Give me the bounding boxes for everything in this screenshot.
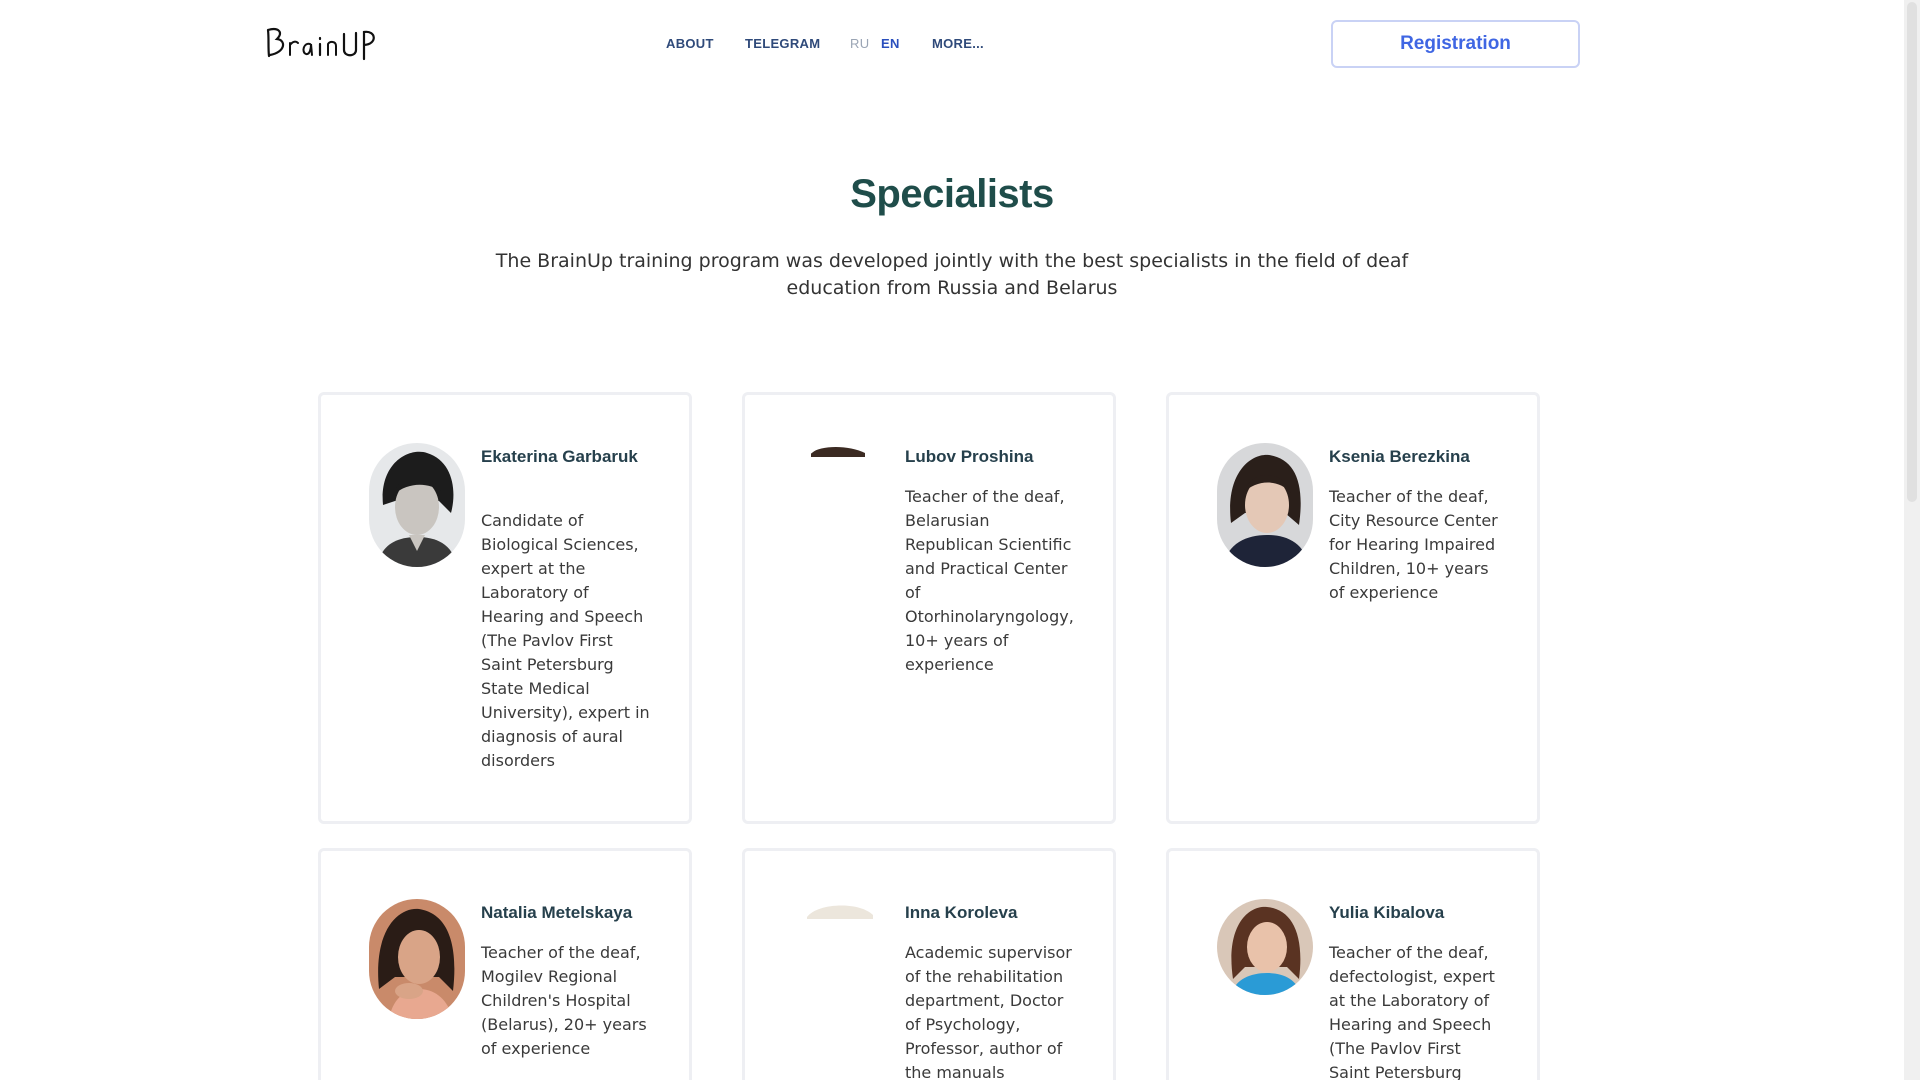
specialist-card: Ksenia Berezkina Teacher of the deaf, Ci… <box>1166 392 1540 824</box>
specialist-name: Inna Koroleva <box>905 903 1018 922</box>
registration-button[interactable]: Registration <box>1331 20 1580 68</box>
specialist-card: Lubov Proshina Teacher of the deaf, Bela… <box>742 392 1116 824</box>
intro-text: The BrainUp training program was develop… <box>495 250 1409 299</box>
specialist-name: Ekaterina Garbaruk <box>481 447 638 466</box>
specialist-description: Candidate of Biological Sciences, expert… <box>481 511 650 770</box>
site-header: ABOUT TELEGRAM RU EN MORE... Registratio… <box>0 0 1904 88</box>
specialist-photo <box>1217 443 1313 567</box>
specialist-photo <box>793 443 889 567</box>
specialist-name: Ksenia Berezkina <box>1329 447 1470 466</box>
specialist-name: Yulia Kibalova <box>1329 903 1445 922</box>
lang-ru-link[interactable]: RU <box>850 36 869 51</box>
specialist-photo <box>1217 899 1313 995</box>
portrait-icon <box>369 899 465 1019</box>
specialist-card: Natalia Metelskaya Teacher of the deaf, … <box>318 848 692 1080</box>
portrait-icon <box>1217 443 1313 567</box>
lang-en-link[interactable]: EN <box>881 36 900 51</box>
page-scrollbar[interactable] <box>1904 0 1920 1080</box>
portrait-icon <box>369 443 465 567</box>
nav-about-link[interactable]: ABOUT <box>666 36 714 51</box>
brainup-logo-icon <box>266 28 375 61</box>
specialist-photo <box>793 899 889 1023</box>
portrait-icon <box>793 899 889 1023</box>
specialist-description: Teacher of the deaf, Mogilev Regional Ch… <box>481 943 647 1058</box>
page-title: Specialists <box>850 172 1054 216</box>
portrait-icon <box>793 443 889 567</box>
specialist-name: Natalia Metelskaya <box>481 903 633 922</box>
specialist-description: Academic supervisor of the rehabilitatio… <box>905 943 1072 1080</box>
specialist-photo <box>369 899 465 1019</box>
specialist-description: Teacher of the deaf, Belarusian Republic… <box>905 487 1074 674</box>
nav-more-link[interactable]: MORE... <box>932 36 984 51</box>
specialist-card: Inna Koroleva Academic supervisor of the… <box>742 848 1116 1080</box>
specialist-description: Teacher of the deaf, City Resource Cente… <box>1329 487 1498 602</box>
specialist-name: Lubov Proshina <box>905 447 1034 466</box>
scrollbar-thumb[interactable] <box>1907 2 1917 502</box>
specialist-card: Yulia Kibalova Teacher of the deaf, defe… <box>1166 848 1540 1080</box>
brainup-logo[interactable] <box>264 24 380 62</box>
nav-telegram-link[interactable]: TELEGRAM <box>745 36 820 51</box>
specialist-photo <box>369 443 465 567</box>
specialist-card: Ekaterina Garbaruk Candidate of Biologic… <box>318 392 692 824</box>
specialist-description: Teacher of the deaf, defectologist, expe… <box>1329 943 1495 1080</box>
portrait-icon <box>1217 899 1313 995</box>
